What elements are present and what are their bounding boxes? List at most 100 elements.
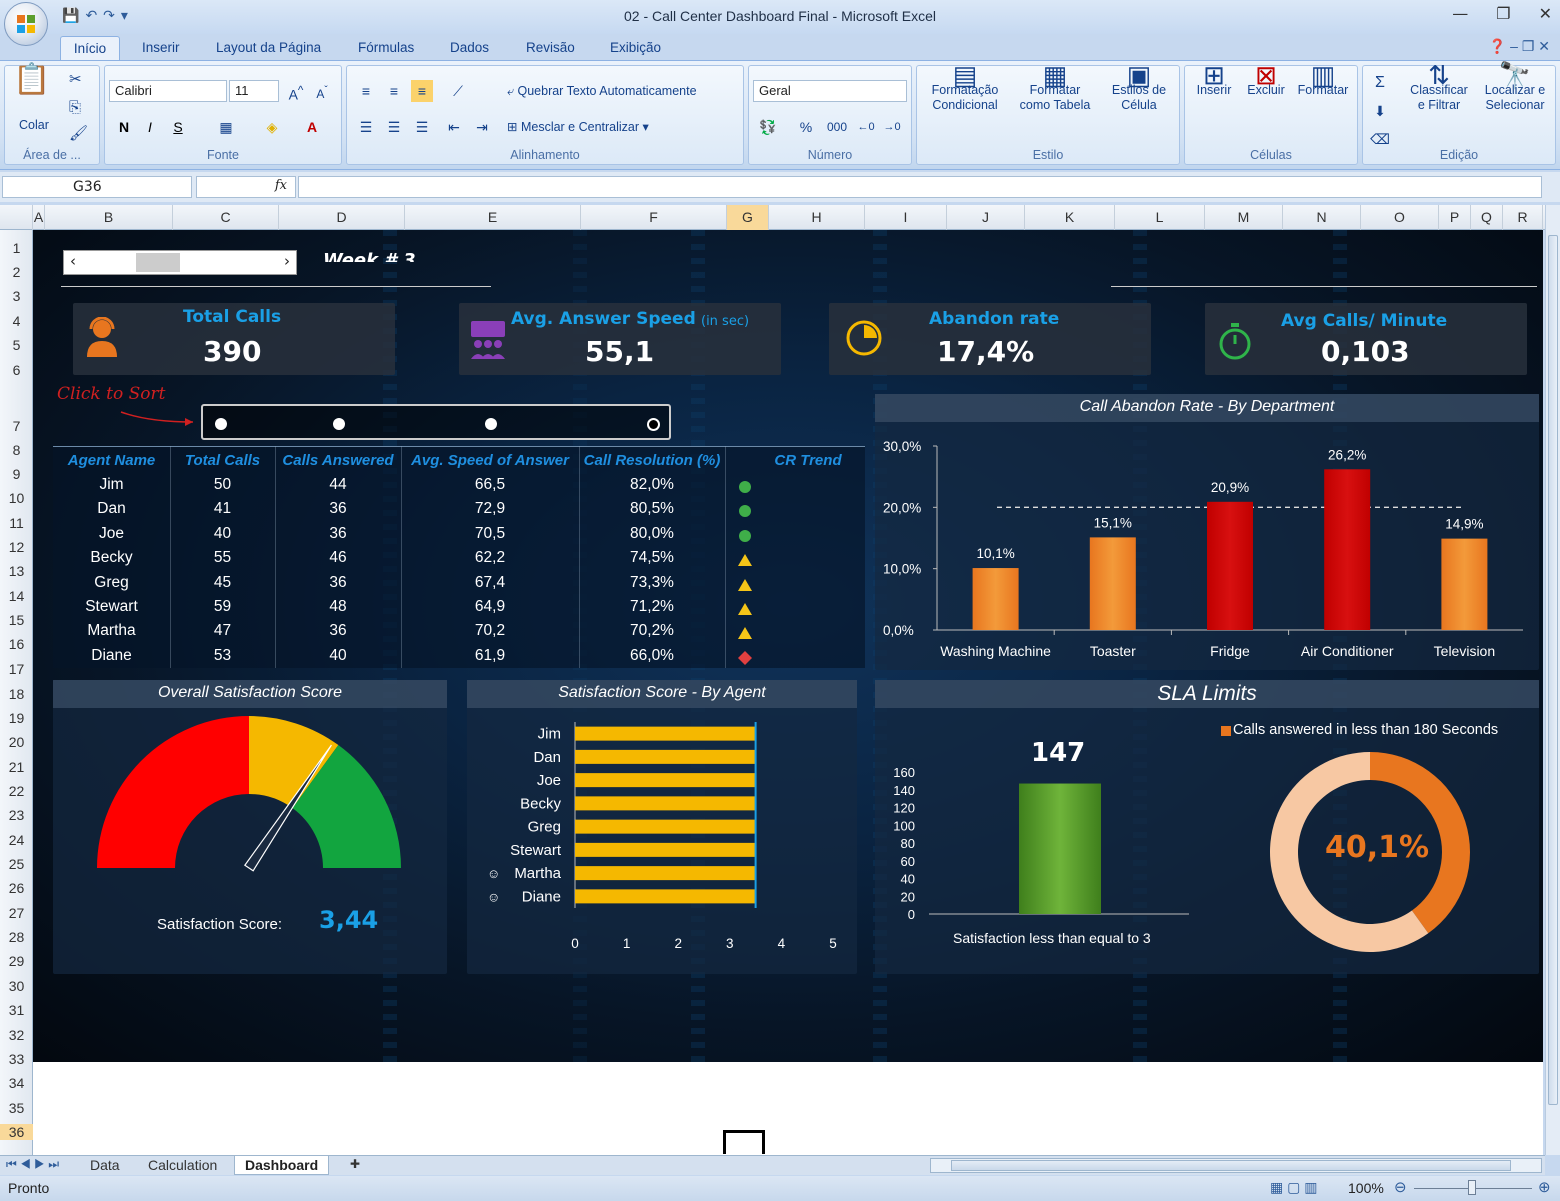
cell-styles-button[interactable]: ▣ Estilos de Célula — [1101, 62, 1177, 113]
row-header-14[interactable]: 14 — [0, 588, 33, 604]
sheet-tab-calculation[interactable]: Calculation — [138, 1156, 227, 1175]
name-box[interactable]: G36 — [2, 176, 192, 198]
format-cells-button[interactable]: ▥ Formatar — [1293, 62, 1353, 98]
cut-icon[interactable]: ✂ — [69, 72, 82, 87]
column-header-L[interactable]: L — [1115, 205, 1205, 230]
copy-icon[interactable]: ⎘ — [69, 100, 81, 115]
selected-cell[interactable] — [723, 1130, 765, 1154]
row-header-6[interactable]: 6 — [0, 362, 33, 378]
shrink-font-icon[interactable]: Aˇ — [311, 80, 333, 102]
formula-input[interactable] — [298, 176, 1542, 198]
table-header[interactable]: Call Resolution (%) — [579, 452, 725, 469]
tab-inicio[interactable]: Início — [60, 36, 120, 62]
increase-indent-icon[interactable]: ⇥ — [471, 116, 493, 138]
row-header-19[interactable]: 19 — [0, 710, 33, 726]
align-right-icon[interactable]: ☰ — [411, 116, 433, 138]
italic-button[interactable]: I — [139, 116, 161, 138]
tab-dados[interactable]: Dados — [450, 40, 489, 55]
column-header-I[interactable]: I — [865, 205, 947, 230]
fill-color-icon[interactable]: ◈ — [261, 116, 283, 138]
column-header-R[interactable]: R — [1503, 205, 1543, 230]
column-header-N[interactable]: N — [1283, 205, 1361, 230]
delete-cells-button[interactable]: ⊠ Excluir — [1241, 62, 1291, 98]
column-header-D[interactable]: D — [279, 205, 405, 230]
row-header-18[interactable]: 18 — [0, 686, 33, 702]
scroll-thumb[interactable] — [136, 253, 180, 272]
sheet-nav-icon[interactable]: ⏮ ◀ ▶ ⏭ — [6, 1157, 59, 1172]
scroll-right-icon[interactable]: › — [284, 252, 290, 270]
font-name-select[interactable]: Calibri — [109, 80, 227, 102]
row-header-36[interactable]: 36 — [0, 1124, 33, 1140]
row-header-31[interactable]: 31 — [0, 1002, 33, 1018]
format-painter-icon[interactable]: 🖌 — [69, 126, 88, 141]
row-header-17[interactable]: 17 — [0, 661, 33, 677]
restore-icon[interactable]: ❐ — [1496, 4, 1510, 23]
column-header-J[interactable]: J — [947, 205, 1025, 230]
vertical-scroll-thumb[interactable] — [1548, 235, 1558, 1105]
fx-icon[interactable]: fx — [275, 178, 287, 193]
row-header-21[interactable]: 21 — [0, 759, 33, 775]
column-header-C[interactable]: C — [173, 205, 279, 230]
fill-icon[interactable]: ⬇ — [1369, 100, 1391, 122]
sort-radio-1[interactable] — [215, 418, 227, 430]
column-header-P[interactable]: P — [1439, 205, 1471, 230]
bold-button[interactable]: N — [113, 116, 135, 138]
conditional-format-button[interactable]: ▤ Formatação Condicional — [923, 62, 1007, 113]
align-center-icon[interactable]: ☰ — [383, 116, 405, 138]
percent-button[interactable]: % — [795, 116, 817, 138]
tab-layout[interactable]: Layout da Página — [216, 40, 321, 55]
zoom-slider-thumb[interactable] — [1468, 1180, 1476, 1195]
row-header-30[interactable]: 30 — [0, 978, 33, 994]
row-header-11[interactable]: 11 — [0, 515, 33, 531]
wrap-text-button[interactable]: ⤶ Quebrar Texto Automaticamente — [507, 84, 697, 99]
sheet-tab-data[interactable]: Data — [80, 1156, 130, 1175]
scroll-left-icon[interactable]: ‹ — [70, 252, 76, 270]
row-header-7[interactable]: 7 — [0, 418, 33, 434]
find-select-button[interactable]: 🔭 Localizar e Selecionar — [1475, 62, 1555, 113]
row-header-24[interactable]: 24 — [0, 832, 33, 848]
row-header-23[interactable]: 23 — [0, 807, 33, 823]
sort-radio-2[interactable] — [333, 418, 345, 430]
row-header-34[interactable]: 34 — [0, 1075, 33, 1091]
grow-font-icon[interactable]: A^ — [285, 80, 307, 103]
clear-icon[interactable]: ⌫ — [1369, 128, 1391, 150]
paste-icon[interactable]: 📋 — [13, 65, 50, 95]
zoom-out-icon[interactable]: ⊖ — [1394, 1178, 1407, 1196]
tab-formulas[interactable]: Fórmulas — [358, 40, 414, 55]
format-as-table-button[interactable]: ▦ Formatar como Tabela — [1013, 62, 1097, 113]
column-header-F[interactable]: F — [581, 205, 727, 230]
align-middle-icon[interactable]: ≡ — [383, 80, 405, 102]
vertical-scrollbar[interactable] — [1545, 205, 1560, 1155]
row-header-20[interactable]: 20 — [0, 734, 33, 750]
row-header-2[interactable]: 2 — [0, 264, 33, 280]
row-header-5[interactable]: 5 — [0, 337, 33, 353]
table-header[interactable]: Agent Name — [53, 452, 170, 469]
column-header-H[interactable]: H — [769, 205, 865, 230]
view-buttons-icon[interactable]: ▦ ▢ ▥ — [1270, 1179, 1317, 1196]
close-icon[interactable]: ✕ — [1539, 4, 1552, 23]
tab-inserir[interactable]: Inserir — [142, 40, 180, 55]
horizontal-scrollbar[interactable] — [930, 1158, 1542, 1173]
column-header-K[interactable]: K — [1025, 205, 1115, 230]
borders-icon[interactable]: ▦ — [215, 116, 237, 138]
row-header-29[interactable]: 29 — [0, 953, 33, 969]
row-header-25[interactable]: 25 — [0, 856, 33, 872]
column-header-G[interactable]: G — [727, 205, 769, 230]
row-header-13[interactable]: 13 — [0, 563, 33, 579]
orientation-icon[interactable]: ⟋ — [447, 80, 469, 102]
column-header-E[interactable]: E — [405, 205, 581, 230]
office-button[interactable] — [4, 2, 48, 46]
table-header[interactable]: Total Calls — [170, 452, 275, 469]
decrease-indent-icon[interactable]: ⇤ — [443, 116, 465, 138]
table-header[interactable]: Avg. Speed of Answer — [401, 452, 579, 469]
row-header-1[interactable]: 1 — [0, 240, 33, 256]
tab-revisao[interactable]: Revisão — [526, 40, 575, 55]
row-header-27[interactable]: 27 — [0, 905, 33, 921]
week-scrollbar[interactable]: ‹ › — [63, 250, 297, 275]
row-header-9[interactable]: 9 — [0, 466, 33, 482]
row-header-33[interactable]: 33 — [0, 1051, 33, 1067]
column-header-M[interactable]: M — [1205, 205, 1283, 230]
column-header-O[interactable]: O — [1361, 205, 1439, 230]
align-left-icon[interactable]: ☰ — [355, 116, 377, 138]
decrease-decimal-icon[interactable]: →0 — [881, 116, 903, 138]
